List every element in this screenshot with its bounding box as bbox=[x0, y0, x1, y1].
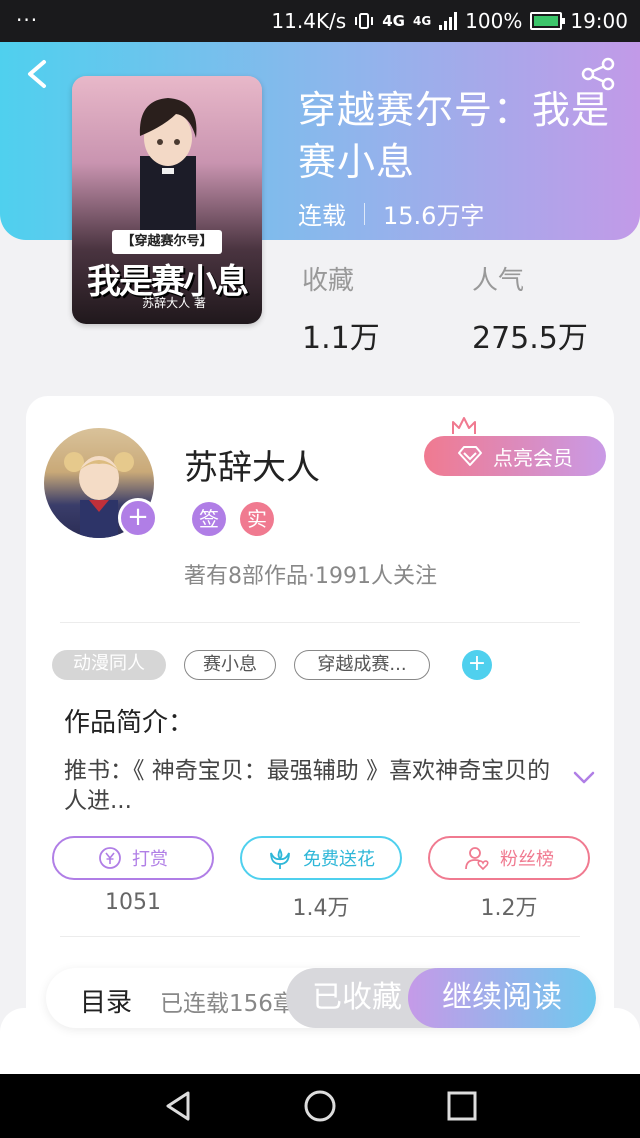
flower-count: 1.4万 bbox=[292, 896, 350, 921]
book-word-count: 15.6万字 bbox=[383, 202, 485, 230]
fan-ranking-button[interactable]: 粉丝榜 bbox=[428, 836, 590, 880]
flower-icon bbox=[270, 848, 290, 869]
badge-verified: 实 bbox=[240, 502, 274, 536]
author-summary: 著有8部作品·1991人关注 bbox=[184, 564, 437, 589]
divider bbox=[60, 936, 580, 937]
toc-button[interactable]: 目录 bbox=[80, 982, 132, 1019]
status-bar: ··· 11.4K/s 4G 4G 100% 19:00 bbox=[0, 0, 640, 42]
cover-subtitle: 【穿越赛尔号】 bbox=[112, 230, 222, 254]
notification-dots: ··· bbox=[16, 8, 39, 32]
toc-info[interactable]: 已连载156章 bbox=[160, 984, 296, 1018]
stat-collect-value: 1.1万 bbox=[302, 321, 380, 356]
intro-title: 作品简介： bbox=[64, 708, 195, 738]
tag-item[interactable]: 动漫同人 bbox=[52, 650, 166, 680]
crown-icon bbox=[452, 417, 476, 434]
battery-icon bbox=[530, 12, 566, 30]
chevron-down-icon[interactable] bbox=[572, 770, 596, 786]
reward-label: 打赏 bbox=[132, 849, 168, 870]
network-speed: 11.4K/s bbox=[271, 9, 347, 33]
stat-popularity-label: 人气 bbox=[472, 266, 525, 296]
bottom-action-bar: 目录 已连载156章 已收藏 继续阅读 bbox=[46, 968, 596, 1028]
stat-collect: 收藏 1.1万 bbox=[302, 260, 380, 357]
user-heart-icon bbox=[465, 847, 489, 871]
vip-activate-button[interactable]: 点亮会员 bbox=[424, 436, 606, 476]
battery-percent: 100% bbox=[465, 9, 523, 33]
network-type-1: 4G bbox=[382, 12, 405, 30]
reward-count: 1051 bbox=[105, 890, 161, 915]
fans-count: 1.2万 bbox=[480, 896, 538, 921]
follow-author-button[interactable]: + bbox=[118, 498, 158, 538]
cover-author: 苏辞大人 著 bbox=[142, 296, 206, 310]
add-tag-button[interactable]: + bbox=[462, 650, 492, 680]
tag-item[interactable]: 穿越成赛... bbox=[294, 650, 430, 680]
network-type-2: 4G bbox=[412, 14, 432, 28]
square-recent-icon[interactable] bbox=[444, 1088, 480, 1124]
chevron-left-icon[interactable] bbox=[22, 56, 52, 92]
system-nav-bar bbox=[0, 1074, 640, 1138]
book-meta: 连载 15.6万字 bbox=[298, 196, 484, 231]
stat-collect-label: 收藏 bbox=[302, 266, 355, 296]
author-name[interactable]: 苏辞大人 bbox=[184, 440, 320, 489]
free-flower-button[interactable]: 免费送花 bbox=[240, 836, 402, 880]
intro-text[interactable]: 推书：《 神奇宝贝：最强辅助 》喜欢神奇宝贝的人进... bbox=[64, 756, 564, 816]
reward-button[interactable]: 打赏 bbox=[52, 836, 214, 880]
diamond-icon bbox=[458, 446, 482, 466]
divider bbox=[60, 622, 580, 623]
circle-home-icon[interactable] bbox=[302, 1088, 338, 1124]
triangle-back-icon[interactable] bbox=[160, 1088, 196, 1124]
clock: 19:00 bbox=[570, 9, 628, 33]
badge-signed: 签 bbox=[192, 502, 226, 536]
book-status: 连载 bbox=[298, 202, 346, 230]
status-indicators: 11.4K/s 4G 4G 100% 19:00 bbox=[271, 0, 628, 42]
book-title: 穿越赛尔号：我是赛小息 bbox=[298, 88, 611, 184]
stat-popularity: 人气 275.5万 bbox=[472, 260, 588, 357]
vip-button-label: 点亮会员 bbox=[493, 445, 573, 470]
signal-icon bbox=[439, 12, 458, 30]
meta-divider bbox=[364, 202, 365, 225]
cover-character-illustration bbox=[139, 98, 197, 236]
vibrate-icon bbox=[355, 13, 374, 29]
stat-popularity-value: 275.5万 bbox=[472, 321, 588, 356]
yen-icon bbox=[99, 847, 121, 869]
continue-reading-button[interactable]: 继续阅读 bbox=[408, 968, 596, 1028]
free-flower-label: 免费送花 bbox=[303, 849, 375, 870]
tag-item[interactable]: 赛小息 bbox=[184, 650, 276, 680]
book-cover[interactable]: 【穿越赛尔号】 我是赛小息 苏辞大人 著 bbox=[72, 76, 262, 324]
fan-ranking-label: 粉丝榜 bbox=[500, 849, 554, 870]
